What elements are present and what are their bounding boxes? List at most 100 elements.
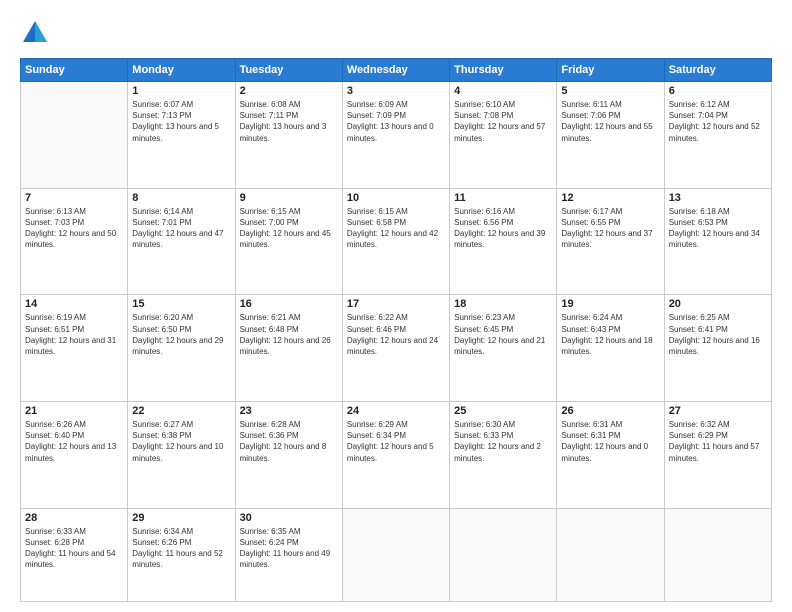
calendar-cell: 14Sunrise: 6:19 AMSunset: 6:51 PMDayligh… [21,295,128,402]
day-info: Sunrise: 6:21 AMSunset: 6:48 PMDaylight:… [240,312,338,357]
day-info: Sunrise: 6:14 AMSunset: 7:01 PMDaylight:… [132,206,230,251]
calendar-cell: 16 Sunrise: 6:21 AMSunset: 6:48 PMDayligh… [235,295,342,402]
day-number: 22 [132,405,230,417]
day-info: Sunrise: 6:18 AMSunset: 6:53 PMDaylight:… [669,206,767,251]
day-number: 25 [454,405,552,417]
calendar-cell: 11 Sunrise: 6:16 AMSunset: 6:56 PMDayligh… [450,188,557,295]
calendar-cell: 18 Sunrise: 6:23 AMSunset: 6:45 PMDayligh… [450,295,557,402]
calendar-cell: 4 Sunrise: 6:10 AMSunset: 7:08 PMDaylight… [450,82,557,189]
calendar-cell: 28 Sunrise: 6:33 AMSunset: 6:28 PMDayligh… [21,508,128,601]
calendar-cell: 1 Sunrise: 6:07 AMSunset: 7:13 PMDaylight… [128,82,235,189]
day-number: 24 [347,405,445,417]
calendar-cell: 10 Sunrise: 6:15 AMSunset: 6:58 PMDayligh… [342,188,449,295]
calendar-cell: 3 Sunrise: 6:09 AMSunset: 7:09 PMDaylight… [342,82,449,189]
day-number: 10 [347,192,445,204]
day-info: Sunrise: 6:31 AMSunset: 6:31 PMDaylight:… [561,419,659,464]
calendar-cell: 7 Sunrise: 6:13 AMSunset: 7:03 PMDaylight… [21,188,128,295]
calendar-cell [342,508,449,601]
calendar-cell: 15 Sunrise: 6:20 AMSunset: 6:50 PMDayligh… [128,295,235,402]
day-number: 3 [347,85,445,97]
day-number: 1 [132,85,230,97]
day-number: 21 [25,405,123,417]
day-info: Sunrise: 6:12 AMSunset: 7:04 PMDaylight:… [669,99,767,144]
day-info: Sunrise: 6:28 AMSunset: 6:36 PMDaylight:… [240,419,338,464]
day-number: 19 [561,298,659,310]
day-number: 5 [561,85,659,97]
calendar-header-row: SundayMondayTuesdayWednesdayThursdayFrid… [21,59,772,82]
day-number: 12 [561,192,659,204]
logo-icon [20,18,50,48]
day-info: Sunrise: 6:34 AMSunset: 6:26 PMDaylight:… [132,526,230,571]
day-number: 13 [669,192,767,204]
day-info: Sunrise: 6:32 AMSunset: 6:29 PMDaylight:… [669,419,767,464]
calendar-cell: 17 Sunrise: 6:22 AMSunset: 6:46 PMDayligh… [342,295,449,402]
day-number: 6 [669,85,767,97]
day-number: 26 [561,405,659,417]
calendar-day-header: Monday [128,59,235,82]
day-number: 16 [240,298,338,310]
day-info: Sunrise: 6:20 AMSunset: 6:50 PMDaylight:… [132,312,230,357]
day-number: 18 [454,298,552,310]
calendar-cell: 19 Sunrise: 6:24 AMSunset: 6:43 PMDayligh… [557,295,664,402]
logo [20,18,54,48]
day-info: Sunrise: 6:16 AMSunset: 6:56 PMDaylight:… [454,206,552,251]
page: SundayMondayTuesdayWednesdayThursdayFrid… [0,0,792,612]
day-info: Sunrise: 6:15 AMSunset: 7:00 PMDaylight:… [240,206,338,251]
day-number: 27 [669,405,767,417]
calendar-cell: 8 Sunrise: 6:14 AMSunset: 7:01 PMDaylight… [128,188,235,295]
day-info: Sunrise: 6:35 AMSunset: 6:24 PMDaylight:… [240,526,338,571]
day-info: Sunrise: 6:11 AMSunset: 7:06 PMDaylight:… [561,99,659,144]
day-info: Sunrise: 6:27 AMSunset: 6:38 PMDaylight:… [132,419,230,464]
calendar-cell [450,508,557,601]
calendar-cell: 27 Sunrise: 6:32 AMSunset: 6:29 PMDayligh… [664,401,771,508]
day-number: 17 [347,298,445,310]
day-info: Sunrise: 6:33 AMSunset: 6:28 PMDaylight:… [25,526,123,571]
day-number: 20 [669,298,767,310]
calendar-cell: 12 Sunrise: 6:17 AMSunset: 6:55 PMDayligh… [557,188,664,295]
calendar-cell [557,508,664,601]
calendar-day-header: Friday [557,59,664,82]
day-number: 30 [240,512,338,524]
calendar-day-header: Saturday [664,59,771,82]
calendar-cell: 13 Sunrise: 6:18 AMSunset: 6:53 PMDayligh… [664,188,771,295]
day-number: 11 [454,192,552,204]
calendar-day-header: Thursday [450,59,557,82]
day-number: 28 [25,512,123,524]
day-info: Sunrise: 6:09 AMSunset: 7:09 PMDaylight:… [347,99,445,144]
day-info: Sunrise: 6:29 AMSunset: 6:34 PMDaylight:… [347,419,445,464]
calendar-cell: 25Sunrise: 6:30 AMSunset: 6:33 PMDayligh… [450,401,557,508]
day-number: 7 [25,192,123,204]
day-number: 8 [132,192,230,204]
calendar-cell: 5 Sunrise: 6:11 AMSunset: 7:06 PMDaylight… [557,82,664,189]
calendar-cell: 9 Sunrise: 6:15 AMSunset: 7:00 PMDaylight… [235,188,342,295]
day-number: 15 [132,298,230,310]
day-info: Sunrise: 6:17 AMSunset: 6:55 PMDaylight:… [561,206,659,251]
day-info: Sunrise: 6:24 AMSunset: 6:43 PMDaylight:… [561,312,659,357]
day-number: 14 [25,298,123,310]
day-info: Sunrise: 6:13 AMSunset: 7:03 PMDaylight:… [25,206,123,251]
day-number: 9 [240,192,338,204]
calendar-cell: 26 Sunrise: 6:31 AMSunset: 6:31 PMDayligh… [557,401,664,508]
calendar-day-header: Wednesday [342,59,449,82]
header [20,18,772,48]
day-info: Sunrise: 6:15 AMSunset: 6:58 PMDaylight:… [347,206,445,251]
day-info: Sunrise: 6:08 AMSunset: 7:11 PMDaylight:… [240,99,338,144]
calendar-cell: 6 Sunrise: 6:12 AMSunset: 7:04 PMDaylight… [664,82,771,189]
day-number: 29 [132,512,230,524]
calendar-cell [664,508,771,601]
calendar-cell: 29 Sunrise: 6:34 AMSunset: 6:26 PMDayligh… [128,508,235,601]
day-info: Sunrise: 6:07 AMSunset: 7:13 PMDaylight:… [132,99,230,144]
calendar-day-header: Tuesday [235,59,342,82]
day-info: Sunrise: 6:23 AMSunset: 6:45 PMDaylight:… [454,312,552,357]
day-number: 4 [454,85,552,97]
calendar-cell: 2 Sunrise: 6:08 AMSunset: 7:11 PMDaylight… [235,82,342,189]
calendar-cell [21,82,128,189]
calendar-cell: 21Sunrise: 6:26 AMSunset: 6:40 PMDayligh… [21,401,128,508]
calendar-cell: 24 Sunrise: 6:29 AMSunset: 6:34 PMDayligh… [342,401,449,508]
calendar-cell: 20Sunrise: 6:25 AMSunset: 6:41 PMDayligh… [664,295,771,402]
day-number: 2 [240,85,338,97]
day-number: 23 [240,405,338,417]
calendar-cell: 30 Sunrise: 6:35 AMSunset: 6:24 PMDayligh… [235,508,342,601]
day-info: Sunrise: 6:22 AMSunset: 6:46 PMDaylight:… [347,312,445,357]
day-info: Sunrise: 6:10 AMSunset: 7:08 PMDaylight:… [454,99,552,144]
